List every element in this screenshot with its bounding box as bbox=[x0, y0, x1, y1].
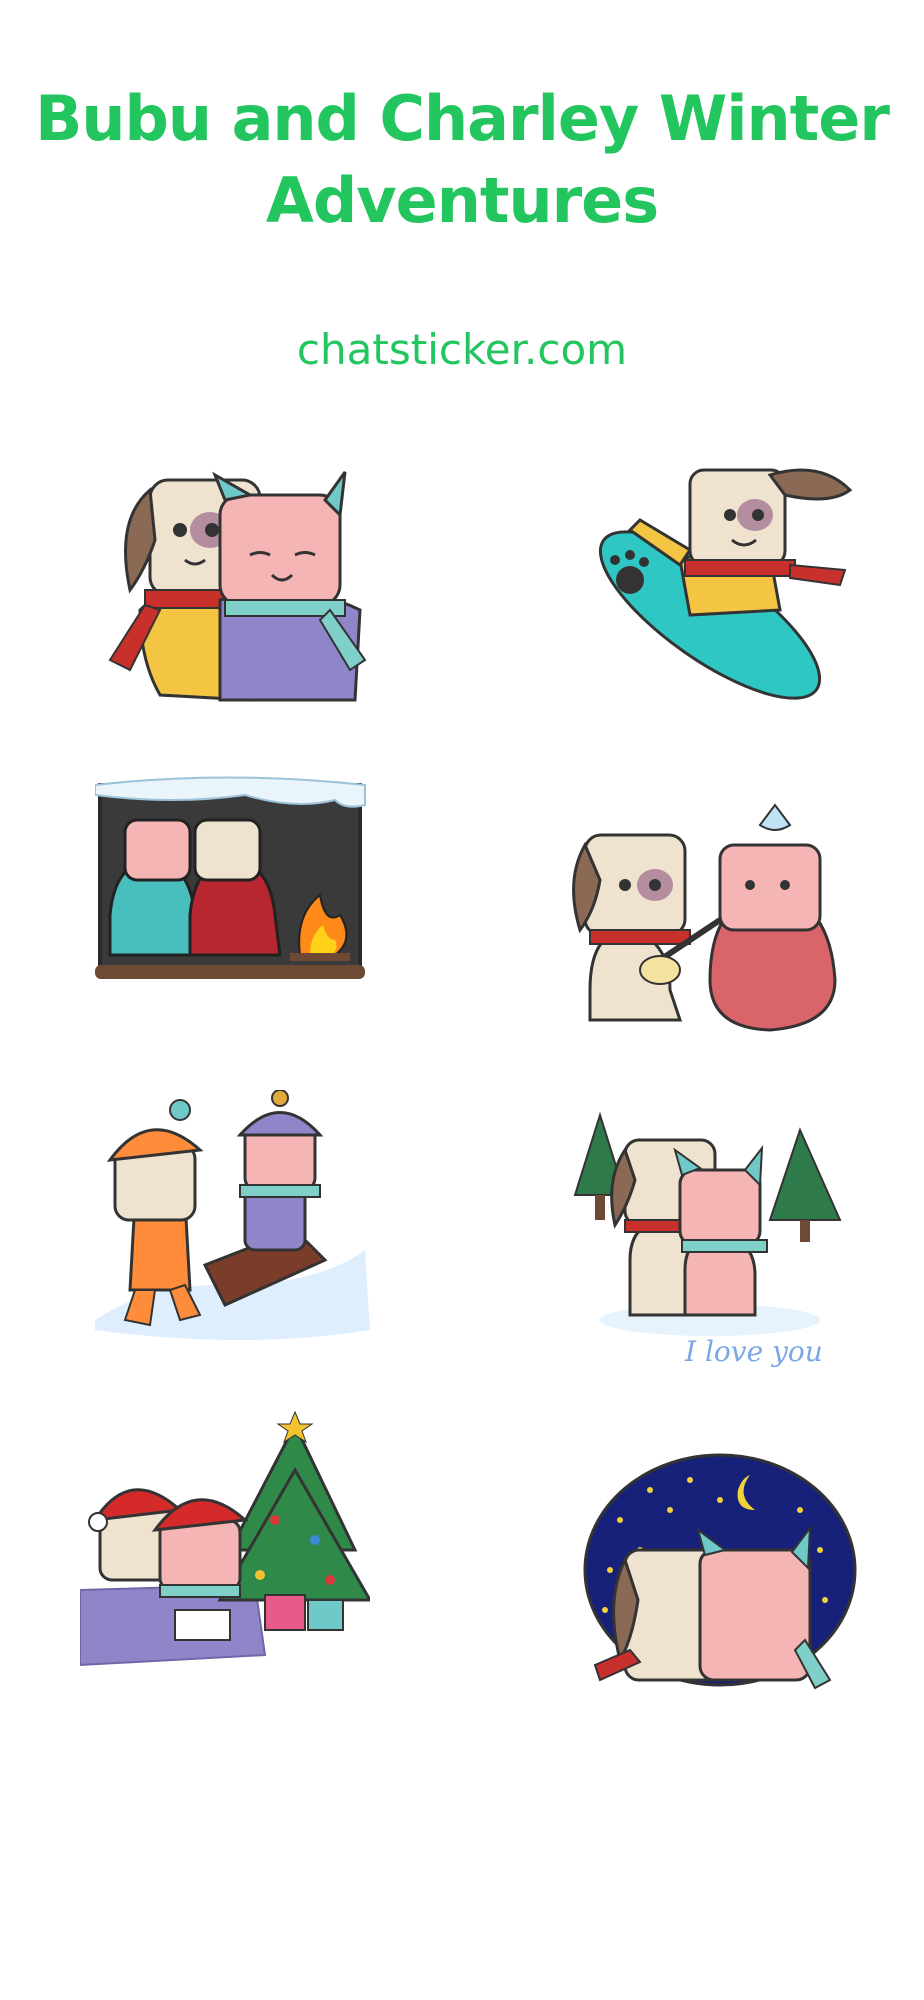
title-line-1: Bubu and Charley Winter bbox=[35, 82, 890, 155]
page-title: Bubu and Charley Winter Adventures bbox=[0, 78, 924, 242]
sticker-snowy-hug[interactable] bbox=[570, 1100, 860, 1360]
site-link[interactable]: chatsticker.com bbox=[0, 322, 924, 378]
hug-in-scarves-illustration bbox=[108, 471, 367, 702]
sticker-christmas-gifts[interactable] bbox=[80, 1410, 370, 1670]
feeding-sick-friend-illustration bbox=[572, 803, 837, 1032]
sled-pull-illustration bbox=[95, 1090, 370, 1340]
title-line-2: Adventures bbox=[265, 164, 659, 237]
sticker-fireplace-blankets[interactable] bbox=[95, 765, 385, 1025]
starry-night-illustration bbox=[583, 1453, 857, 1690]
snowboard-jump-illustration bbox=[598, 468, 853, 700]
christmas-gifts-illustration bbox=[80, 1410, 370, 1667]
sticker-hug-in-scarves[interactable] bbox=[100, 460, 390, 720]
sticker-sled-pull[interactable] bbox=[95, 1090, 385, 1350]
snowy-hug-illustration bbox=[573, 1111, 842, 1336]
sticker-starry-night[interactable] bbox=[570, 1440, 860, 1700]
love-caption: I love you bbox=[685, 1335, 823, 1368]
sticker-snowboard-jump[interactable] bbox=[570, 450, 860, 710]
fireplace-blankets-illustration bbox=[95, 776, 366, 979]
sticker-feeding-sick-friend[interactable] bbox=[570, 790, 860, 1050]
